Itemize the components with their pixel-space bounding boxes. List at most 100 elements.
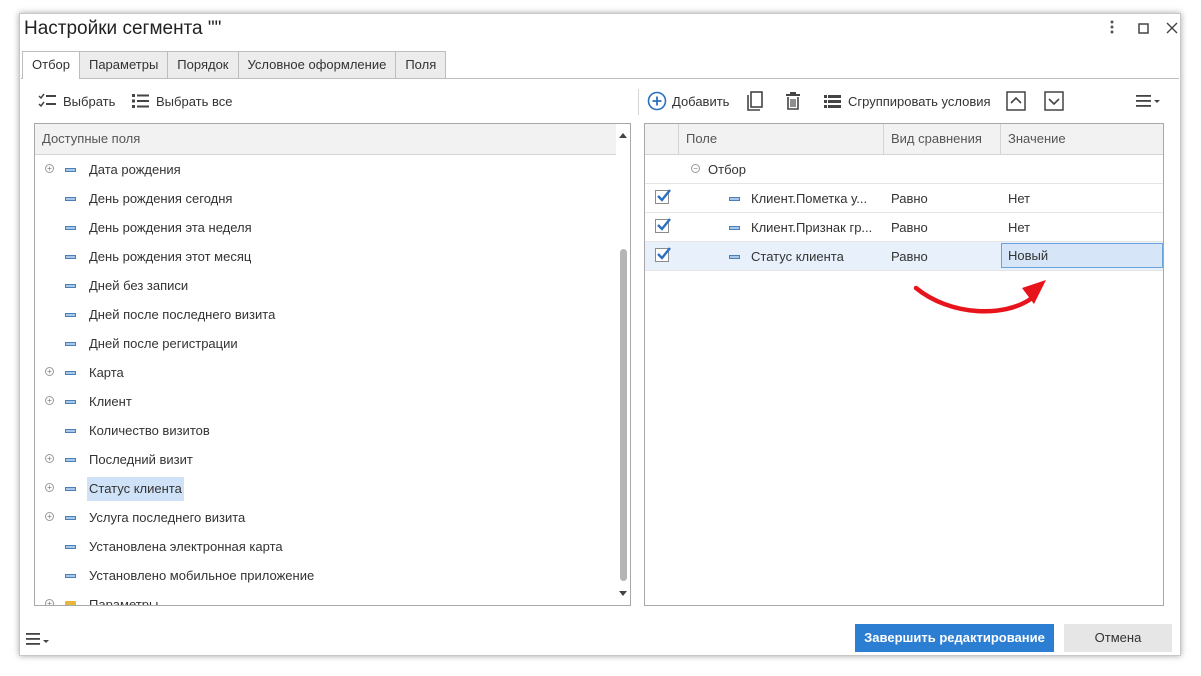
expand-icon[interactable]: + <box>45 396 54 405</box>
group-conditions-label: Сгруппировать условия <box>848 93 991 109</box>
column-header-field[interactable]: Поле <box>679 124 884 155</box>
expand-icon[interactable]: + <box>45 512 54 521</box>
available-field-item[interactable]: + Последний визит <box>35 445 618 474</box>
expand-icon[interactable]: + <box>45 164 54 173</box>
tab-parameters[interactable]: Параметры <box>78 51 169 78</box>
enabled-checkbox[interactable] <box>655 189 671 204</box>
expand-icon[interactable]: + <box>45 454 54 463</box>
field-icon <box>65 487 76 491</box>
filter-comparison-cell[interactable]: Равно <box>884 242 1001 270</box>
available-field-item[interactable]: + Дата рождения <box>35 155 618 184</box>
available-field-item[interactable]: Дней после регистрации <box>35 329 618 358</box>
more-menu-button[interactable] <box>1135 94 1166 108</box>
move-down-button[interactable] <box>1044 91 1069 111</box>
group-conditions-button[interactable]: Сгруппировать условия <box>823 93 991 109</box>
available-field-label: Количество визитов <box>89 423 210 438</box>
available-field-item[interactable]: + Клиент <box>35 387 618 416</box>
available-field-item[interactable]: Дней без записи <box>35 271 618 300</box>
available-field-label: День рождения этот месяц <box>89 249 252 264</box>
column-header-comparison[interactable]: Вид сравнения <box>884 124 1001 155</box>
filter-row[interactable]: Клиент.Признак гр... Равно Нет <box>645 213 1163 242</box>
window-title: Настройки сегмента "" <box>24 18 222 39</box>
filter-group-row[interactable]: − Отбор <box>645 155 1163 184</box>
checkmark-icon <box>657 189 671 202</box>
available-field-item[interactable]: + Статус клиента <box>35 474 618 503</box>
trash-icon <box>786 92 800 110</box>
chevron-down-icon <box>1044 91 1064 111</box>
available-field-item[interactable]: + Услуга последнего визита <box>35 503 618 532</box>
available-field-label: Дней после последнего визита <box>89 307 276 322</box>
available-field-item[interactable]: Дней после последнего визита <box>35 300 618 329</box>
available-field-label: Дней после регистрации <box>89 336 238 351</box>
cancel-button[interactable]: Отмена <box>1064 624 1172 652</box>
available-field-label: Услуга последнего визита <box>89 510 246 525</box>
available-field-item[interactable]: + Параметры <box>35 590 618 605</box>
available-field-item[interactable]: День рождения сегодня <box>35 184 618 213</box>
hamburger-menu-icon <box>26 633 49 645</box>
available-field-item[interactable]: День рождения эта неделя <box>35 213 618 242</box>
maximize-icon[interactable] <box>1134 20 1152 38</box>
filter-value-cell[interactable]: Новый <box>1001 243 1163 268</box>
tab-conditional-format[interactable]: Условное оформление <box>237 51 397 78</box>
field-icon <box>65 284 76 288</box>
close-icon[interactable] <box>1163 20 1181 38</box>
filter-value-cell[interactable]: Нет <box>1001 184 1163 212</box>
field-icon <box>65 574 76 578</box>
expand-icon[interactable]: + <box>45 483 54 492</box>
available-field-label: Установлено мобильное приложение <box>89 568 315 583</box>
field-icon <box>65 400 76 404</box>
filter-row[interactable]: Статус клиента Равно Новый <box>645 242 1163 271</box>
enabled-checkbox[interactable] <box>655 247 671 262</box>
left-scrollbar[interactable] <box>616 124 630 605</box>
available-field-item[interactable]: Количество визитов <box>35 416 618 445</box>
filter-group-label: Отбор <box>708 162 746 177</box>
add-circle-icon <box>647 91 667 111</box>
checkbox-column-header <box>645 124 679 155</box>
copy-button[interactable] <box>745 90 770 112</box>
tab-fields[interactable]: Поля <box>395 51 447 78</box>
select-checklist-icon <box>38 93 56 108</box>
select-button[interactable]: Выбрать <box>38 93 115 109</box>
available-field-label: Клиент <box>89 394 132 409</box>
scroll-up-icon[interactable] <box>619 133 627 138</box>
add-label: Добавить <box>672 93 730 109</box>
available-field-label: Дата рождения <box>89 162 181 177</box>
tab-order[interactable]: Порядок <box>167 51 239 78</box>
field-icon <box>65 516 76 520</box>
filter-row[interactable]: Клиент.Пометка у... Равно Нет <box>645 184 1163 213</box>
move-up-button[interactable] <box>1006 91 1031 111</box>
scroll-thumb[interactable] <box>620 249 627 581</box>
available-field-label: Статус клиента <box>87 477 184 501</box>
select-all-label: Выбрать все <box>156 93 233 109</box>
available-field-item[interactable]: Установлена электронная карта <box>35 532 618 561</box>
available-field-item[interactable]: + Карта <box>35 358 618 387</box>
field-icon <box>65 168 76 172</box>
filter-field-cell[interactable]: Клиент.Признак гр... <box>744 213 882 241</box>
filter-field-cell[interactable]: Клиент.Пометка у... <box>744 184 882 212</box>
filter-comparison-cell[interactable]: Равно <box>884 213 1001 241</box>
tab-filter[interactable]: Отбор <box>22 51 80 79</box>
checkmark-icon <box>657 247 671 260</box>
column-header-value[interactable]: Значение <box>1001 124 1163 155</box>
delete-button[interactable] <box>784 91 807 111</box>
select-all-button[interactable]: Выбрать все <box>131 93 232 109</box>
finish-editing-button[interactable]: Завершить редактирование <box>855 624 1054 652</box>
checkmark-icon <box>657 218 671 231</box>
expand-icon[interactable]: + <box>45 599 54 605</box>
panel-divider <box>638 89 639 115</box>
available-field-item[interactable]: День рождения этот месяц <box>35 242 618 271</box>
available-field-item[interactable]: Установлено мобильное приложение <box>35 561 618 590</box>
filter-conditions-grid[interactable]: Поле Вид сравнения Значение − Отбор Клие… <box>644 123 1164 606</box>
expand-icon[interactable]: + <box>45 367 54 376</box>
add-button[interactable]: Добавить <box>647 91 729 111</box>
scroll-down-icon[interactable] <box>619 591 627 596</box>
filter-field-cell[interactable]: Статус клиента <box>744 242 882 270</box>
filter-value-cell[interactable]: Нет <box>1001 213 1163 241</box>
footer-menu-button[interactable] <box>25 632 51 649</box>
filter-comparison-cell[interactable]: Равно <box>884 184 1001 212</box>
collapse-icon[interactable]: − <box>691 164 700 173</box>
more-vertical-icon[interactable] <box>1103 20 1121 38</box>
field-icon <box>729 197 740 201</box>
enabled-checkbox[interactable] <box>655 218 671 233</box>
available-fields-grid[interactable]: Доступные поля + Дата рождения День рожден… <box>34 123 631 606</box>
